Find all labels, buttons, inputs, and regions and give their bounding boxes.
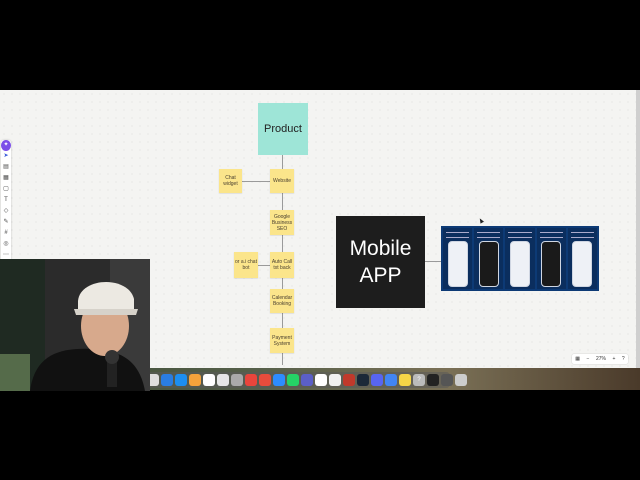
help-icon[interactable]: ? [622,356,625,362]
calendar-icon[interactable] [203,374,215,386]
vertical-scrollbar[interactable] [636,90,640,368]
chatgpt-icon[interactable] [329,374,341,386]
calendly-icon[interactable] [343,374,355,386]
sticky-ai-chat-bot[interactable]: or a.i chat bot [234,252,258,278]
sticky-auto-call-txt-back[interactable]: Auto Call txt back [270,252,294,278]
app-screenshot [474,228,504,289]
grid-icon[interactable]: ▦ [575,356,580,362]
frame-icon[interactable]: # [1,228,11,239]
mobile-app-card[interactable]: Mobile APP [336,216,425,308]
sticky-note-icon[interactable]: ▢ [1,184,11,195]
select-cursor-icon[interactable]: ➤ [1,151,11,162]
app-screenshot [536,228,566,289]
zoom-out-button[interactable]: − [587,356,590,362]
pen-icon[interactable]: ✎ [1,217,11,228]
notes-icon[interactable] [217,374,229,386]
mobile-app-line2: APP [359,264,402,287]
connector-line [425,261,441,262]
mobile-app-line1: Mobile [349,236,412,260]
zoom-level[interactable]: 27% [596,356,606,362]
steam-icon[interactable] [357,374,369,386]
left-toolbar: ✦ ➤ ▤ ▦ ▢ T ◇ ✎ # ◎ ⋯ [1,140,11,262]
zoom-app-icon[interactable] [273,374,285,386]
app-screenshot [505,228,535,289]
sticky-calendar-booking[interactable]: Calendar Booking [270,289,294,313]
webcam-overlay [0,259,150,391]
help-app-icon[interactable]: ? [413,374,425,386]
webcam-presenter-image [0,259,150,391]
macos-dock: ? [130,372,467,388]
discord-icon[interactable] [371,374,383,386]
photos-icon[interactable] [189,374,201,386]
activity-monitor-icon[interactable] [427,374,439,386]
whatsapp-icon[interactable] [287,374,299,386]
shapes-icon[interactable]: ◇ [1,206,11,217]
product-card[interactable]: Product [258,103,308,155]
messages-icon[interactable] [259,374,271,386]
sticky-chat-widget[interactable]: Chat widget [219,169,242,193]
template-icon[interactable]: ▤ [1,162,11,173]
notion-icon[interactable] [315,374,327,386]
ai-sparkle-icon[interactable]: ✦ [1,140,11,151]
sticky-website[interactable]: Website [270,169,294,193]
app-store-icon[interactable] [175,374,187,386]
zoom-controls: ▦ − 27% + ? [572,354,628,364]
comment-icon[interactable]: ◎ [1,239,11,250]
sticky-google-business-seo[interactable]: Google Business SEO [270,210,294,235]
app-screenshots-image[interactable] [441,226,599,291]
chrome-icon[interactable] [245,374,257,386]
trash-icon[interactable] [455,374,467,386]
text-icon[interactable]: T [1,195,11,206]
connector-line [258,265,270,266]
chrome-alt-icon[interactable] [385,374,397,386]
safari-icon[interactable] [161,374,173,386]
sticky-payment-system[interactable]: Payment System [270,328,294,353]
app-screenshot [443,228,473,289]
mail-icon[interactable] [231,374,243,386]
finder-alt-icon[interactable] [441,374,453,386]
teams-icon[interactable] [301,374,313,386]
notes-yellow-icon[interactable] [399,374,411,386]
table-icon[interactable]: ▦ [1,173,11,184]
app-screenshot [567,228,598,289]
connector-line [242,181,270,182]
mouse-cursor-icon [478,217,484,224]
zoom-in-button[interactable]: + [612,356,615,362]
